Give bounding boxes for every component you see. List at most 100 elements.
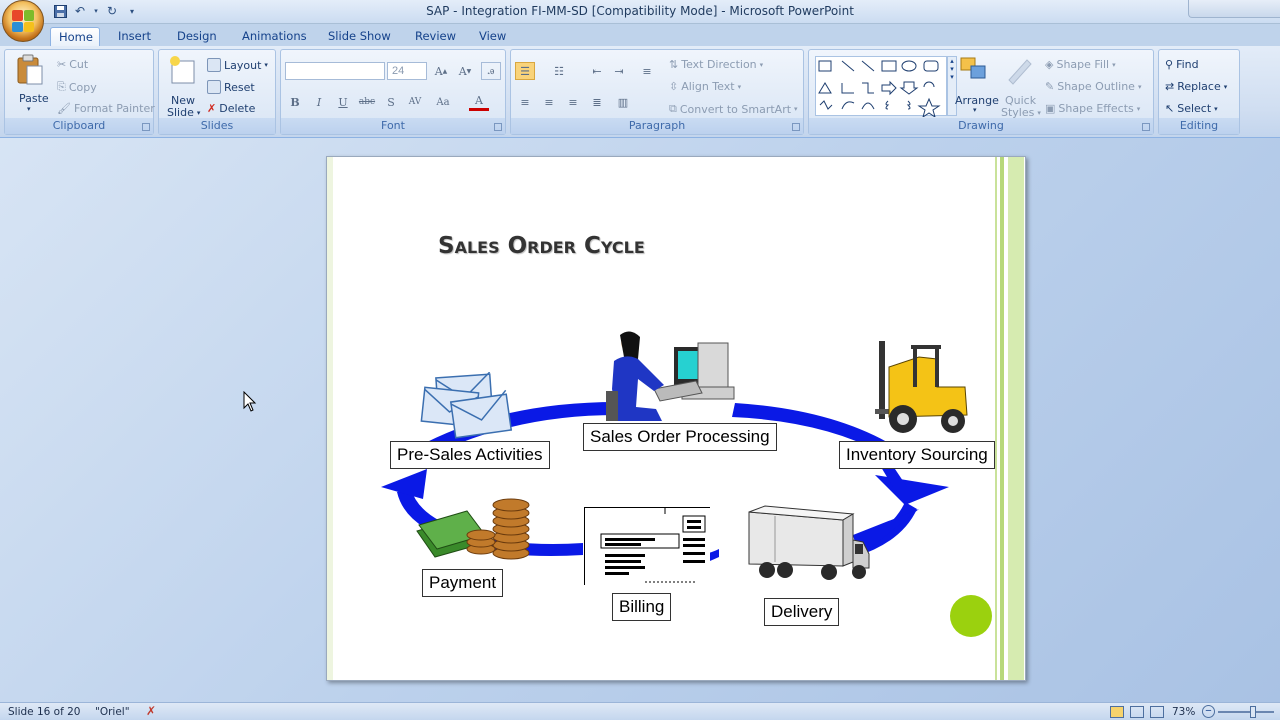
quick-styles-icon[interactable]: [1005, 54, 1035, 86]
increase-indent-icon[interactable]: ⇥: [609, 62, 629, 80]
tab-home[interactable]: Home: [50, 27, 100, 47]
money-icon: [416, 498, 530, 560]
shrink-font-icon[interactable]: A ▼: [455, 62, 475, 80]
spell-check-icon[interactable]: ✗: [146, 704, 156, 718]
tab-view[interactable]: View: [471, 27, 514, 47]
arrange-dropdown-icon[interactable]: ▾: [973, 106, 977, 114]
tab-design[interactable]: Design: [169, 27, 225, 47]
font-launcher-icon[interactable]: [494, 123, 502, 131]
paste-button[interactable]: Paste: [19, 92, 49, 105]
layout-dropdown-icon: ▾: [264, 61, 268, 69]
paste-dropdown-icon[interactable]: ▾: [27, 105, 31, 113]
shape-fill-button[interactable]: ◈ Shape Fill ▾: [1045, 58, 1116, 71]
font-color-icon[interactable]: A: [469, 93, 489, 111]
step-inventory-sourcing-label[interactable]: Inventory Sourcing: [839, 441, 995, 469]
strikethrough-icon[interactable]: abc: [357, 93, 377, 111]
customize-qat-icon[interactable]: ▾: [124, 3, 140, 19]
zoom-out-icon[interactable]: −: [1202, 705, 1215, 718]
slide-show-icon[interactable]: [1150, 706, 1164, 718]
person-computer-icon: [606, 331, 735, 421]
step-billing-label[interactable]: Billing: [612, 593, 672, 621]
step-order-processing-label[interactable]: Sales Order Processing: [583, 423, 777, 451]
select-dropdown-icon: ▾: [1214, 104, 1218, 113]
format-painter-button[interactable]: 🖌 Format Painter: [57, 102, 155, 115]
normal-view-icon[interactable]: [1110, 706, 1124, 718]
italic-icon[interactable]: I: [309, 93, 329, 111]
window-title: SAP - Integration FI-MM-SD [Compatibilit…: [426, 4, 854, 18]
line-spacing-icon[interactable]: ≡: [637, 62, 657, 80]
tab-slide-show[interactable]: Slide Show: [320, 27, 399, 47]
clear-formatting-icon[interactable]: ꭿ: [481, 62, 501, 80]
character-spacing-icon[interactable]: AV: [405, 93, 425, 111]
quick-access-toolbar: ↶ ▾ ↻ ▾: [52, 3, 140, 19]
columns-icon[interactable]: ▥: [613, 93, 633, 111]
cursor-icon: ↖: [1165, 102, 1175, 115]
font-size-box[interactable]: 24: [387, 62, 427, 80]
step-pre-sales-label[interactable]: Pre-Sales Activities: [390, 441, 550, 469]
layout-icon: [207, 58, 221, 72]
text-direction-button[interactable]: ⇅ Text Direction ▾: [669, 58, 763, 71]
font-name-box[interactable]: [285, 62, 385, 80]
shape-effects-button[interactable]: ▣ Shape Effects ▾: [1045, 102, 1140, 115]
copy-button[interactable]: ⎘ Copy: [57, 80, 97, 94]
align-left-icon[interactable]: ≡: [515, 93, 535, 111]
delete-button[interactable]: ✗ Delete: [207, 102, 255, 115]
undo-icon[interactable]: ↶: [72, 3, 88, 19]
office-logo-icon: [12, 10, 34, 32]
shapes-scroll[interactable]: ▴ ▾ ▾: [947, 56, 957, 116]
paragraph-launcher-icon[interactable]: [792, 123, 800, 131]
tab-review[interactable]: Review: [407, 27, 464, 47]
select-button[interactable]: ↖ Select ▾: [1165, 102, 1218, 115]
find-button[interactable]: ⚲ Find: [1165, 58, 1199, 71]
underline-icon[interactable]: U: [333, 93, 353, 111]
cut-button[interactable]: ✂ Cut: [57, 58, 88, 71]
redo-icon[interactable]: ↻: [104, 3, 120, 19]
zoom-slider[interactable]: [1218, 711, 1274, 713]
align-text-button[interactable]: ⇳ Align Text ▾: [669, 80, 741, 93]
align-center-icon[interactable]: ≡: [539, 93, 559, 111]
justify-icon[interactable]: ≣: [587, 93, 607, 111]
reset-button[interactable]: Reset: [207, 80, 255, 94]
window-controls[interactable]: [1188, 0, 1280, 18]
paste-icon[interactable]: [15, 54, 45, 86]
save-icon[interactable]: [52, 3, 68, 19]
clipboard-launcher-icon[interactable]: [142, 123, 150, 131]
reset-icon: [207, 80, 221, 94]
drawing-launcher-icon[interactable]: [1142, 123, 1150, 131]
zoom-slider-thumb[interactable]: [1250, 706, 1256, 718]
slide-sorter-icon[interactable]: [1130, 706, 1144, 718]
new-slide-icon[interactable]: [167, 55, 197, 87]
zoom-level: 73%: [1172, 706, 1196, 718]
shapes-gallery[interactable]: [815, 56, 947, 119]
align-text-label: Align Text: [681, 80, 735, 93]
clipboard-group-label: Clipboard: [5, 118, 153, 134]
layout-button[interactable]: Layout ▾: [207, 58, 268, 72]
replace-button[interactable]: ⇄ Replace ▾: [1165, 80, 1227, 93]
text-shadow-icon[interactable]: S: [381, 93, 401, 111]
step-payment-label[interactable]: Payment: [422, 569, 504, 597]
step-delivery-label[interactable]: Delivery: [764, 598, 840, 626]
bold-icon[interactable]: B: [285, 93, 305, 111]
slide-canvas[interactable]: Sales Order Cycle Pre-Sales Activities S…: [326, 156, 1026, 681]
undo-dropdown-icon[interactable]: ▾: [92, 3, 100, 19]
change-case-icon[interactable]: Aa: [433, 93, 453, 111]
tab-insert[interactable]: Insert: [110, 27, 159, 47]
pen-icon: ✎: [1045, 80, 1055, 93]
smartart-icon: ⧉: [669, 102, 677, 115]
reset-label: Reset: [224, 80, 255, 94]
arrange-icon[interactable]: [959, 54, 989, 86]
binoculars-icon: ⚲: [1165, 58, 1174, 71]
grow-font-icon[interactable]: A ▲: [431, 62, 451, 80]
slides-group: New Slide ▾ Layout ▾ Reset ✗ Delete Slides: [158, 49, 276, 135]
shape-outline-button[interactable]: ✎ Shape Outline ▾: [1045, 80, 1141, 93]
decrease-indent-icon[interactable]: ⇤: [587, 62, 607, 80]
office-button[interactable]: [2, 0, 44, 42]
align-right-icon[interactable]: ≡: [563, 93, 583, 111]
convert-smartart-label: Convert to SmartArt: [679, 102, 792, 116]
bullets-icon[interactable]: ☰: [515, 62, 535, 80]
numbering-icon[interactable]: ☷: [549, 62, 569, 80]
text-direction-icon: ⇅: [669, 58, 679, 71]
tab-animations[interactable]: Animations: [234, 27, 315, 47]
convert-smartart-button[interactable]: ⧉ Convert to SmartArt ▾: [669, 102, 798, 116]
quick-styles-dropdown-icon: ▾: [1037, 108, 1041, 117]
